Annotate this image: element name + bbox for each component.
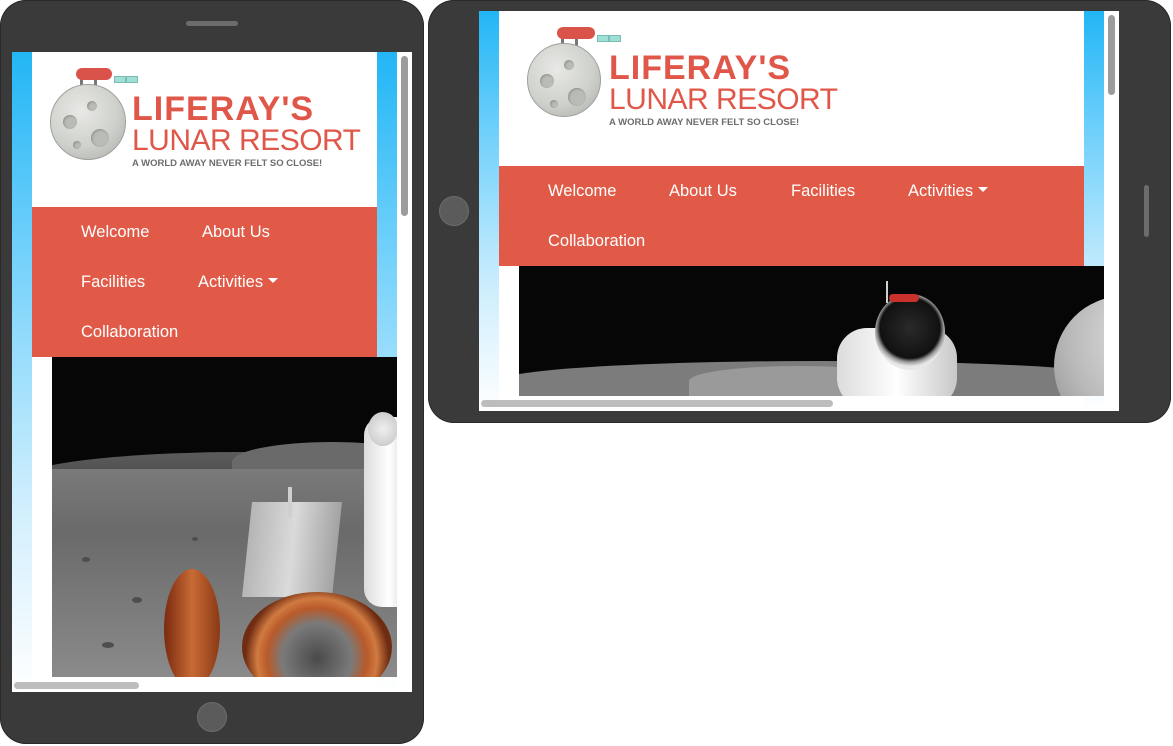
speaker-grille: [1144, 185, 1149, 237]
nav-item-facilities[interactable]: Facilities: [81, 274, 145, 291]
portrait-screen: LIFERAY'S LUNAR RESORT A WORLD AWAY NEVE…: [12, 52, 412, 692]
logo-tagline: A WORLD AWAY NEVER FELT SO CLOSE!: [132, 158, 323, 169]
vertical-scrollbar[interactable]: [1108, 15, 1115, 95]
home-button[interactable]: [439, 196, 469, 226]
logo-title: LIFERAY'S: [132, 90, 315, 128]
moon-icon: [527, 43, 601, 117]
site-header: LIFERAY'S LUNAR RESORT A WORLD AWAY NEVE…: [499, 11, 1084, 166]
site-logo[interactable]: LIFERAY'S LUNAR RESORT A WORLD AWAY NEVE…: [50, 66, 380, 176]
main-navigation: Welcome About Us Facilities Activities C…: [32, 207, 377, 357]
vertical-scrollbar[interactable]: [401, 56, 408, 216]
nav-item-collaboration[interactable]: Collaboration: [81, 324, 178, 341]
nav-item-activities[interactable]: Activities: [198, 273, 279, 291]
horizontal-scrollbar[interactable]: [481, 400, 833, 407]
resort-sign-icon: [76, 68, 112, 80]
speaker-grille: [186, 21, 238, 26]
left-gradient-bar: [479, 11, 499, 411]
home-button[interactable]: [197, 702, 227, 732]
landscape-screen: LIFERAY'S LUNAR RESORT A WORLD AWAY NEVE…: [479, 11, 1119, 411]
nav-item-about-us[interactable]: About Us: [202, 224, 270, 241]
hero-image-astronaut: [519, 266, 1104, 396]
site-logo[interactable]: LIFERAY'S LUNAR RESORT A WORLD AWAY NEVE…: [527, 25, 857, 135]
logo-subtitle: LUNAR RESORT: [132, 124, 361, 157]
caret-down-icon: [978, 187, 989, 193]
resort-sign-icon: [557, 27, 595, 39]
moon-icon: [50, 84, 126, 160]
left-gradient-bar: [12, 52, 32, 692]
logo-subtitle: LUNAR RESORT: [609, 83, 838, 116]
nav-item-facilities[interactable]: Facilities: [791, 183, 855, 200]
nav-item-collaboration[interactable]: Collaboration: [548, 233, 645, 250]
nav-item-activities[interactable]: Activities: [908, 182, 989, 200]
tablet-landscape-frame: LIFERAY'S LUNAR RESORT A WORLD AWAY NEVE…: [428, 0, 1171, 423]
nav-item-activities-label: Activities: [198, 273, 264, 291]
horizontal-scrollbar[interactable]: [14, 682, 139, 689]
nav-item-about-us[interactable]: About Us: [669, 183, 737, 200]
main-navigation: Welcome About Us Facilities Activities C…: [499, 166, 1084, 266]
logo-title: LIFERAY'S: [609, 49, 792, 87]
tablet-portrait-frame: LIFERAY'S LUNAR RESORT A WORLD AWAY NEVE…: [0, 0, 424, 744]
nav-item-welcome[interactable]: Welcome: [548, 183, 616, 200]
site-header: LIFERAY'S LUNAR RESORT A WORLD AWAY NEVE…: [32, 62, 377, 207]
nav-item-welcome[interactable]: Welcome: [81, 224, 149, 241]
hero-image-astronaut: [52, 357, 397, 677]
caret-down-icon: [268, 278, 279, 284]
nav-item-activities-label: Activities: [908, 182, 974, 200]
logo-tagline: A WORLD AWAY NEVER FELT SO CLOSE!: [609, 117, 800, 128]
